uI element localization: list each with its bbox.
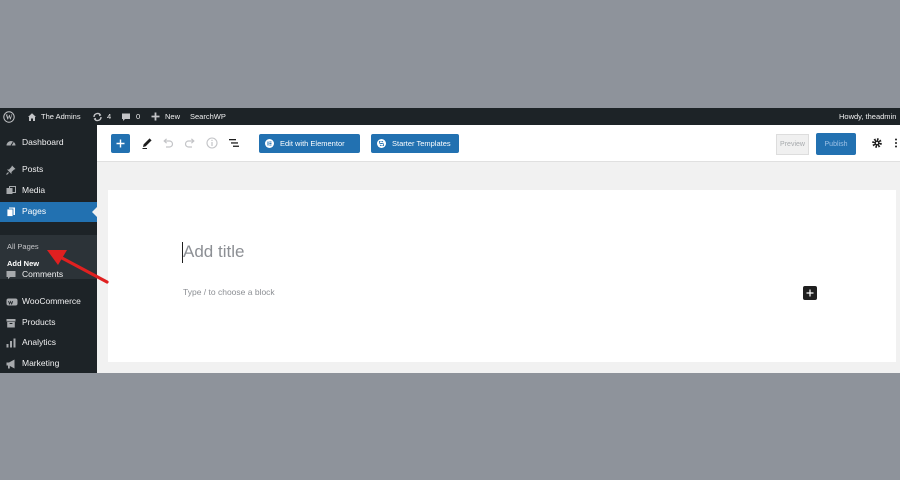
block-inserter-button[interactable]	[111, 134, 130, 153]
sidebar-item-label: Posts	[22, 164, 44, 174]
searchwp-link[interactable]: SearchWP	[190, 108, 226, 125]
svg-text:W: W	[6, 113, 13, 121]
submenu-all-pages[interactable]: All Pages	[7, 242, 39, 251]
starter-templates-label: Starter Templates	[392, 139, 451, 148]
updates-link[interactable]: 4	[92, 108, 111, 125]
editor-toolbar: Edit with Elementor Starter Templates Pr…	[97, 125, 900, 162]
pages-icon	[6, 207, 15, 217]
more-options-icon[interactable]	[893, 136, 899, 150]
sidebar-item-label: Marketing	[22, 358, 60, 368]
site-name-link[interactable]: The Admins	[27, 108, 81, 125]
howdy-text: Howdy, theadmin	[839, 112, 897, 121]
sidebar-item-label: WooCommerce	[22, 296, 81, 306]
plus-icon	[151, 112, 160, 121]
sidebar-item-dashboard[interactable]: Dashboard	[0, 133, 97, 153]
sidebar-item-label: Pages	[22, 206, 47, 216]
comments-count: 0	[136, 112, 141, 121]
pin-icon	[6, 165, 16, 175]
woocommerce-icon	[6, 298, 18, 306]
megaphone-icon	[6, 359, 15, 369]
admin-bar: W The Admins 4 0 New SearchWP Howdy, the…	[0, 108, 900, 125]
plus-icon	[116, 139, 125, 148]
info-icon[interactable]	[205, 136, 219, 150]
new-content-link[interactable]: New	[151, 108, 180, 125]
editor-canvas: Add title Type / to choose a block	[108, 190, 896, 362]
post-title-input[interactable]: Add title	[183, 242, 244, 262]
updates-count: 4	[107, 112, 112, 121]
sidebar-item-marketing[interactable]: Marketing	[0, 354, 97, 373]
home-icon	[28, 112, 36, 121]
pencil-icon[interactable]	[140, 136, 154, 150]
new-label: New	[165, 112, 181, 121]
archive-icon	[6, 319, 16, 328]
account-menu[interactable]: Howdy, theadmin	[839, 108, 896, 125]
comment-icon	[6, 271, 16, 280]
comment-bubble-icon	[122, 113, 130, 121]
wordpress-logo-icon[interactable]: W	[3, 108, 15, 125]
sidebar-item-pages[interactable]: Pages	[0, 202, 97, 222]
list-view-icon[interactable]	[227, 136, 241, 150]
block-placeholder[interactable]: Type / to choose a block	[183, 287, 275, 297]
sidebar-item-products[interactable]: Products	[0, 313, 97, 333]
dashboard-icon	[6, 141, 16, 146]
undo-icon[interactable]	[161, 136, 175, 150]
site-name: The Admins	[41, 112, 81, 121]
add-block-button[interactable]	[803, 286, 817, 300]
annotation-arrow-icon	[47, 250, 109, 284]
media-icon	[6, 186, 16, 194]
elementor-icon	[265, 139, 274, 148]
publish-button[interactable]: Publish	[816, 133, 856, 155]
sidebar-item-posts[interactable]: Posts	[0, 160, 97, 180]
searchwp-label: SearchWP	[190, 112, 226, 121]
sidebar-item-label: Dashboard	[22, 137, 64, 147]
wordpress-editor-screenshot: W The Admins 4 0 New SearchWP Howdy, the…	[0, 108, 900, 373]
sidebar-item-label: Media	[22, 185, 46, 195]
sidebar-item-label: Analytics	[22, 337, 57, 347]
plus-icon	[806, 289, 814, 297]
comments-link[interactable]: 0	[121, 108, 140, 125]
sidebar-item-media[interactable]: Media	[0, 181, 97, 201]
starter-templates-button[interactable]: Starter Templates	[371, 134, 459, 153]
refresh-icon	[93, 112, 102, 121]
sidebar-item-analytics[interactable]: Analytics	[0, 333, 97, 353]
starter-templates-icon	[377, 139, 386, 148]
sidebar-item-woocommerce[interactable]: WooCommerce	[0, 292, 97, 312]
gear-icon[interactable]	[870, 136, 884, 150]
edit-with-elementor-button[interactable]: Edit with Elementor	[259, 134, 360, 153]
edit-with-elementor-label: Edit with Elementor	[280, 139, 345, 148]
redo-icon[interactable]	[183, 136, 197, 150]
sidebar-item-label: Products	[22, 317, 56, 327]
preview-button[interactable]: Preview	[776, 134, 809, 155]
bar-chart-icon	[6, 338, 16, 348]
